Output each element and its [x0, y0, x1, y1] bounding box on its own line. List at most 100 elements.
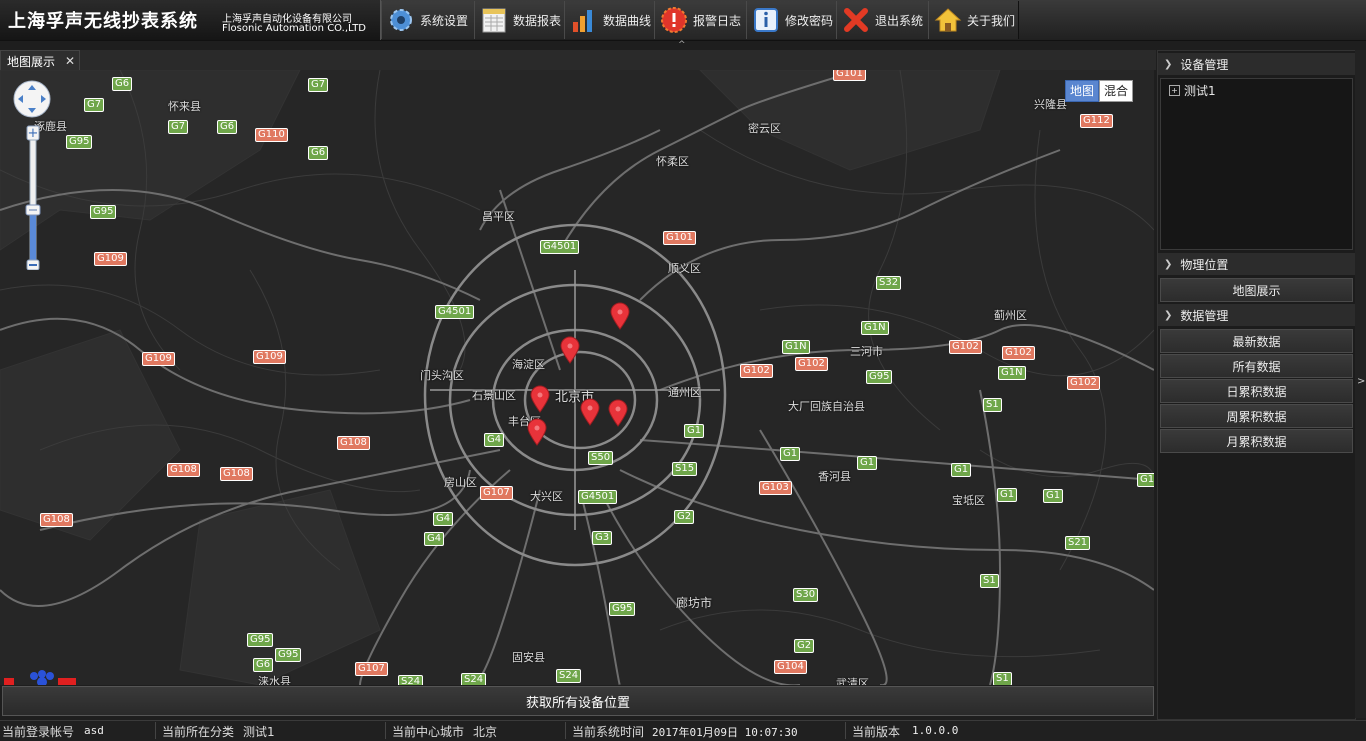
highway-shield: G4501 — [578, 490, 618, 504]
device-marker-icon[interactable] — [559, 336, 581, 364]
about-us-label: 关于我们 — [967, 13, 1016, 28]
exit-system-button[interactable]: 退出系统 — [836, 1, 929, 39]
highway-shield: G101 — [663, 231, 696, 245]
highway-shield: G1N — [998, 366, 1026, 380]
status-divider — [385, 722, 386, 739]
highway-shield: G1N — [782, 340, 810, 354]
highway-shield: G110 — [255, 128, 288, 142]
place-label: 香河县 — [818, 470, 851, 483]
device-tree: + 测试1 — [1160, 78, 1353, 250]
highway-shield: G95 — [609, 602, 636, 616]
place-label: 顺义区 — [668, 262, 701, 275]
map-view[interactable]: 怀来县 涿鹿县 密云区 怀柔区 昌平区 顺义区 海淀区 北京市 门头沟区 石景山… — [0, 70, 1154, 685]
highway-shield: G7 — [308, 78, 329, 92]
device-marker-icon[interactable] — [529, 385, 551, 413]
physical-location-title: 物理位置 — [1180, 257, 1229, 272]
chevron-down-icon: ❯ — [1164, 258, 1173, 270]
place-label: 门头沟区 — [420, 369, 464, 382]
latest-data-button[interactable]: 最新数据 — [1160, 329, 1353, 353]
highway-shield: G1 — [1137, 473, 1154, 487]
highway-shield: G1 — [684, 424, 705, 438]
place-label: 固安县 — [512, 651, 545, 664]
data-report-button[interactable]: 数据报表 — [474, 1, 565, 39]
change-password-button[interactable]: 修改密码 — [746, 1, 837, 39]
highway-shield: G1N — [861, 321, 889, 335]
device-marker-icon[interactable] — [579, 398, 601, 426]
map-roads — [0, 70, 1154, 685]
highway-shield: G1 — [857, 456, 878, 470]
highway-shield: G1 — [780, 447, 801, 461]
map-type-map-button[interactable]: 地图 — [1065, 80, 1100, 102]
highway-shield: G7 — [168, 120, 189, 134]
tree-node[interactable]: + 测试1 — [1169, 82, 1216, 99]
all-data-button[interactable]: 所有数据 — [1160, 354, 1353, 378]
highway-shield: G4 — [433, 512, 454, 526]
highway-shield: S24 — [556, 669, 582, 683]
tab-map-display[interactable]: 地图展示 ✕ — [0, 50, 80, 71]
expand-icon[interactable]: + — [1169, 85, 1180, 96]
highway-shield: S1 — [980, 574, 999, 588]
svg-text:+: + — [28, 126, 39, 141]
place-label: 房山区 — [444, 476, 477, 489]
highway-shield: G109 — [253, 350, 286, 364]
collapse-toolbar-icon[interactable]: ^ — [678, 40, 686, 50]
highway-shield: S30 — [793, 588, 819, 602]
device-marker-icon[interactable] — [609, 302, 631, 330]
data-management-header[interactable]: ❯ 数据管理 — [1158, 304, 1355, 326]
place-label: 廊坊市 — [676, 596, 713, 610]
highway-shield: S15 — [672, 462, 698, 476]
highway-shield: G112 — [1080, 114, 1113, 128]
device-marker-icon[interactable] — [526, 418, 548, 446]
alarm-icon — [659, 5, 689, 35]
highway-shield: G108 — [337, 436, 370, 450]
tree-node-label: 测试1 — [1184, 84, 1216, 98]
device-marker-icon[interactable] — [607, 399, 629, 427]
side-panel-toggle[interactable]: > — [1355, 50, 1366, 718]
highway-shield: G1 — [1043, 489, 1064, 503]
category-value: 测试1 — [243, 725, 275, 739]
place-label: 密云区 — [748, 122, 781, 135]
highway-shield: G6 — [253, 658, 274, 672]
place-label: 武清区 — [836, 677, 869, 685]
physical-location-header[interactable]: ❯ 物理位置 — [1158, 253, 1355, 275]
daily-cumulative-button[interactable]: 日累积数据 — [1160, 379, 1353, 403]
device-management-header[interactable]: ❯ 设备管理 — [1158, 53, 1355, 75]
highway-shield: G107 — [480, 486, 513, 500]
about-us-button[interactable]: 关于我们 — [928, 1, 1019, 39]
place-label: 石景山区 — [472, 389, 516, 402]
map-display-button[interactable]: 地图展示 — [1160, 278, 1353, 302]
status-divider — [845, 722, 846, 739]
highway-shield: G101 — [833, 70, 866, 81]
highway-shield: G1 — [951, 463, 972, 477]
place-label: 大兴区 — [530, 490, 563, 503]
alarm-log-button[interactable]: 报警日志 — [654, 1, 747, 39]
highway-shield: G102 — [1067, 376, 1100, 390]
place-label: 蓟州区 — [994, 309, 1027, 322]
data-curve-button[interactable]: 数据曲线 — [564, 1, 655, 39]
system-settings-label: 系统设置 — [420, 13, 469, 28]
data-curve-label: 数据曲线 — [603, 13, 652, 28]
highway-shield: G4 — [484, 433, 505, 447]
highway-shield: S1 — [983, 398, 1002, 412]
weekly-cumulative-button[interactable]: 周累积数据 — [1160, 404, 1353, 428]
system-time-label: 当前系统时间 — [572, 725, 645, 739]
report-icon — [479, 5, 509, 35]
highway-shield: G95 — [247, 633, 274, 647]
center-city-value: 北京 — [473, 725, 498, 739]
close-icon[interactable]: ✕ — [65, 54, 75, 68]
highway-shield: S32 — [876, 276, 902, 290]
highway-shield: G4 — [424, 532, 445, 546]
highway-shield: G102 — [740, 364, 773, 378]
place-label: 昌平区 — [482, 210, 515, 223]
system-settings-button[interactable]: 系统设置 — [381, 1, 475, 39]
app-logo: 上海孚声无线抄表系统 上海孚声自动化设备有限公司 Flosonic Automa… — [0, 0, 381, 40]
map-type-hybrid-button[interactable]: 混合 — [1099, 80, 1134, 102]
pan-control[interactable] — [13, 80, 51, 118]
status-divider — [565, 722, 566, 739]
home-icon — [933, 5, 963, 35]
get-all-device-locations-button[interactable]: 获取所有设备位置 — [2, 686, 1154, 716]
highway-shield: G108 — [220, 467, 253, 481]
monthly-cumulative-button[interactable]: 月累积数据 — [1160, 429, 1353, 453]
tab-strip: 地图展示 ✕ — [0, 50, 1156, 71]
highway-shield: G102 — [795, 357, 828, 371]
